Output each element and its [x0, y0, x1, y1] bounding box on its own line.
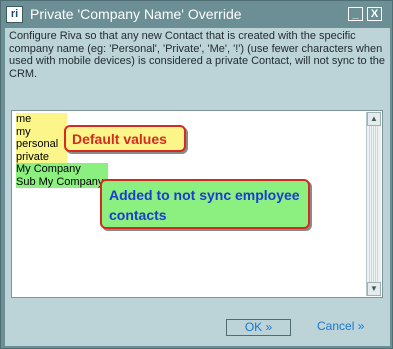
title-bar[interactable]: ri Private 'Company Name' Override _ X [1, 1, 392, 27]
entry-text: personal [16, 138, 67, 151]
default-values-callout: Default values [64, 125, 186, 152]
added-entries-label-line2: contacts [109, 207, 167, 223]
default-values-label: Default values [72, 131, 167, 147]
list-item: My Company [14, 163, 110, 176]
entry-text: private [16, 150, 67, 163]
entry-text: My Company [16, 163, 108, 176]
entry-text: my [16, 125, 67, 138]
list-item: me [14, 113, 110, 126]
dialog-window: ri Private 'Company Name' Override _ X C… [0, 0, 393, 349]
close-button[interactable]: X [367, 7, 382, 21]
scroll-up-arrow-icon[interactable]: ▲ [367, 112, 381, 126]
vertical-scrollbar[interactable]: ▲ ▼ [366, 112, 381, 296]
description-text: Configure Riva so that any new Contact t… [9, 30, 386, 80]
ok-button[interactable]: OK » [226, 319, 291, 336]
riva-app-icon: ri [6, 6, 23, 23]
window-title: Private 'Company Name' Override [30, 6, 242, 22]
scrollbar-track[interactable] [369, 126, 379, 282]
minimize-button[interactable]: _ [348, 7, 363, 21]
cancel-button[interactable]: Cancel » [317, 319, 373, 336]
list-item: private [14, 150, 110, 163]
entry-text: me [16, 113, 67, 126]
added-entries-callout: Added to not sync employee contacts [100, 179, 310, 229]
list-item: Sub My Company [14, 175, 110, 188]
entry-text: Sub My Company [16, 175, 108, 188]
scroll-down-arrow-icon[interactable]: ▼ [367, 282, 381, 296]
added-entries-label-line1: Added to not sync employee [109, 187, 300, 203]
